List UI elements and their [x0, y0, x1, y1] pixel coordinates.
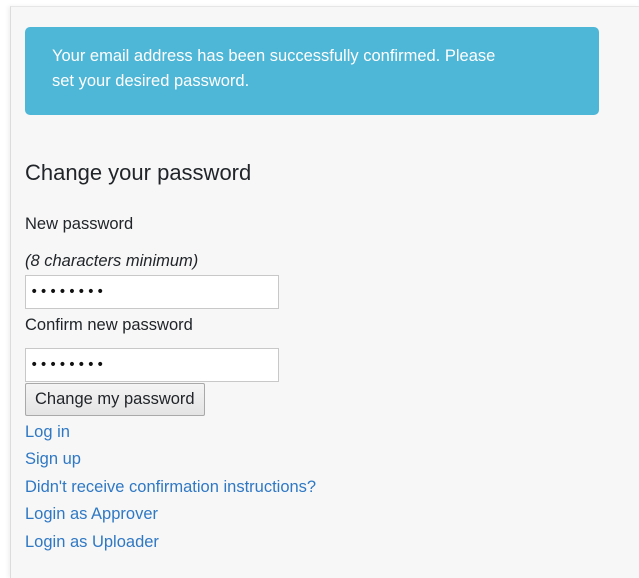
confirm-password-masked-value: •••••••• [30, 357, 106, 373]
login-as-uploader-link[interactable]: Login as Uploader [25, 532, 159, 552]
alert-message-line-1: Your email address has been successfully… [52, 47, 496, 65]
change-password-button[interactable]: Change my password [25, 383, 205, 416]
main-panel: Your email address has been successfully… [10, 6, 639, 578]
confirmation-alert: Your email address has been successfully… [25, 27, 599, 115]
page-title: Change your password [25, 160, 252, 185]
log-in-link[interactable]: Log in [25, 422, 70, 442]
confirm-password-input[interactable]: •••••••• [25, 348, 279, 382]
new-password-label: New password [25, 215, 134, 233]
confirm-password-label: Confirm new password [25, 316, 193, 334]
alert-message-line-2: set your desired password. [52, 72, 250, 90]
new-password-input[interactable]: •••••••• [25, 275, 279, 309]
sign-up-link[interactable]: Sign up [25, 449, 81, 469]
password-length-hint: (8 characters minimum) [25, 252, 199, 270]
login-as-approver-link[interactable]: Login as Approver [25, 504, 158, 524]
new-password-masked-value: •••••••• [30, 284, 106, 300]
resend-confirmation-link[interactable]: Didn't receive confirmation instructions… [25, 477, 316, 497]
